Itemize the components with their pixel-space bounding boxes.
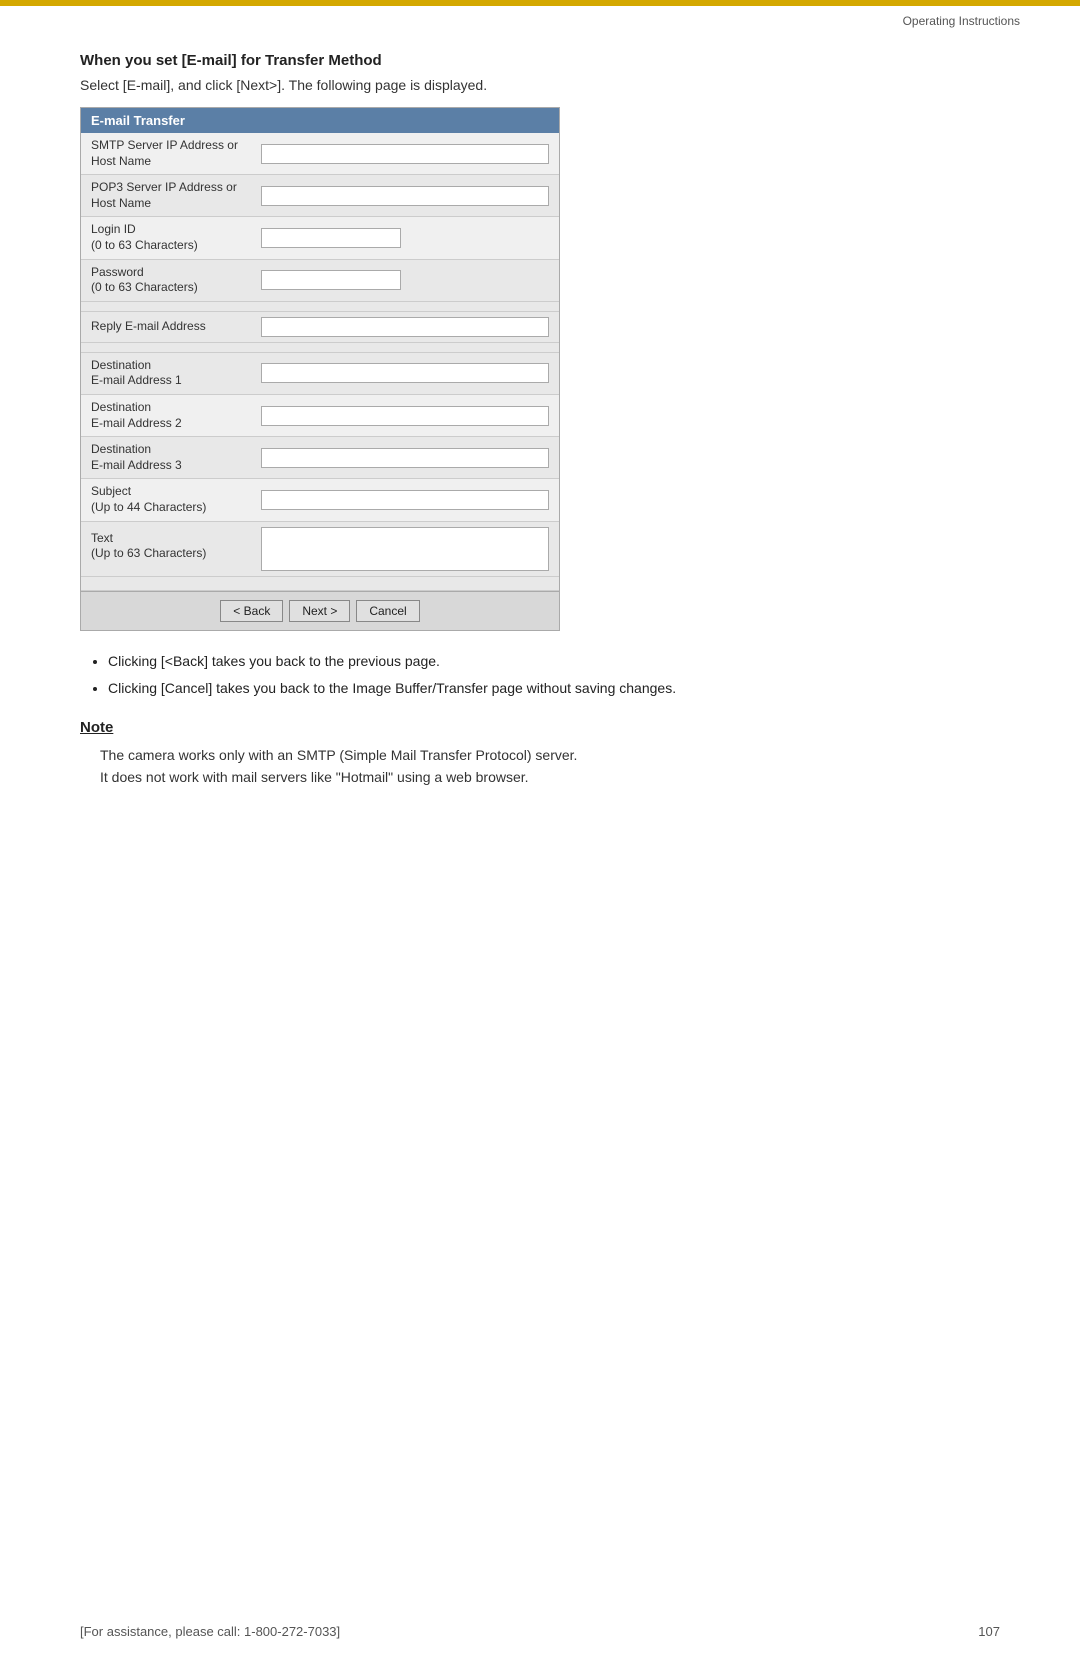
label-password: Password(0 to 63 Characters) [91,265,261,296]
input-dest2[interactable] [261,406,549,426]
form-body: SMTP Server IP Address orHost Name POP3 … [81,133,559,591]
input-dest3[interactable] [261,448,549,468]
form-row-dest3: DestinationE-mail Address 3 [81,437,559,479]
form-row-reply-email: Reply E-mail Address [81,312,559,343]
note-text: The camera works only with an SMTP (Simp… [100,744,1000,789]
page-footer: [For assistance, please call: 1-800-272-… [0,1624,1080,1639]
next-button[interactable]: Next > [289,600,350,622]
email-transfer-panel: E-mail Transfer SMTP Server IP Address o… [80,107,560,631]
label-dest1: DestinationE-mail Address 1 [91,358,261,389]
bullet-list: Clicking [<Back] takes you back to the p… [108,651,1000,699]
input-reply-email[interactable] [261,317,549,337]
label-dest3: DestinationE-mail Address 3 [91,442,261,473]
form-row-dest1: DestinationE-mail Address 1 [81,353,559,395]
bullet-1: Clicking [<Back] takes you back to the p… [108,651,1000,672]
spacer-2 [81,343,559,353]
input-password[interactable] [261,270,401,290]
input-text[interactable] [261,527,549,571]
page-header: Operating Instructions [0,6,1080,32]
form-footer: < Back Next > Cancel [81,591,559,630]
form-row-pop3: POP3 Server IP Address orHost Name [81,175,559,217]
input-smtp[interactable] [261,144,549,164]
label-dest2: DestinationE-mail Address 2 [91,400,261,431]
panel-header: E-mail Transfer [81,108,559,133]
footer-page-number: 107 [978,1624,1000,1639]
section-title: When you set [E-mail] for Transfer Metho… [80,52,1000,69]
form-row-password: Password(0 to 63 Characters) [81,260,559,302]
bullet-2: Clicking [Cancel] takes you back to the … [108,678,1000,699]
form-row-subject: Subject(Up to 44 Characters) [81,479,559,521]
form-row-login-id: Login ID(0 to 63 Characters) [81,217,559,259]
label-reply-email: Reply E-mail Address [91,319,261,335]
input-pop3[interactable] [261,186,549,206]
back-button[interactable]: < Back [220,600,283,622]
input-login-id[interactable] [261,228,401,248]
spacer-3 [81,577,559,591]
main-content: When you set [E-mail] for Transfer Metho… [0,32,1080,828]
label-smtp: SMTP Server IP Address orHost Name [91,138,261,169]
header-label: Operating Instructions [903,14,1020,28]
form-row-text: Text(Up to 63 Characters) [81,522,559,577]
label-login-id: Login ID(0 to 63 Characters) [91,222,261,253]
spacer-1 [81,302,559,312]
label-pop3: POP3 Server IP Address orHost Name [91,180,261,211]
cancel-button[interactable]: Cancel [356,600,419,622]
label-subject: Subject(Up to 44 Characters) [91,484,261,515]
intro-text: Select [E-mail], and click [Next>]. The … [80,77,1000,93]
input-subject[interactable] [261,490,549,510]
input-dest1[interactable] [261,363,549,383]
note-title: Note [80,719,1000,736]
form-row-smtp: SMTP Server IP Address orHost Name [81,133,559,175]
footer-assistance: [For assistance, please call: 1-800-272-… [80,1624,340,1639]
form-row-dest2: DestinationE-mail Address 2 [81,395,559,437]
label-text: Text(Up to 63 Characters) [91,527,261,562]
